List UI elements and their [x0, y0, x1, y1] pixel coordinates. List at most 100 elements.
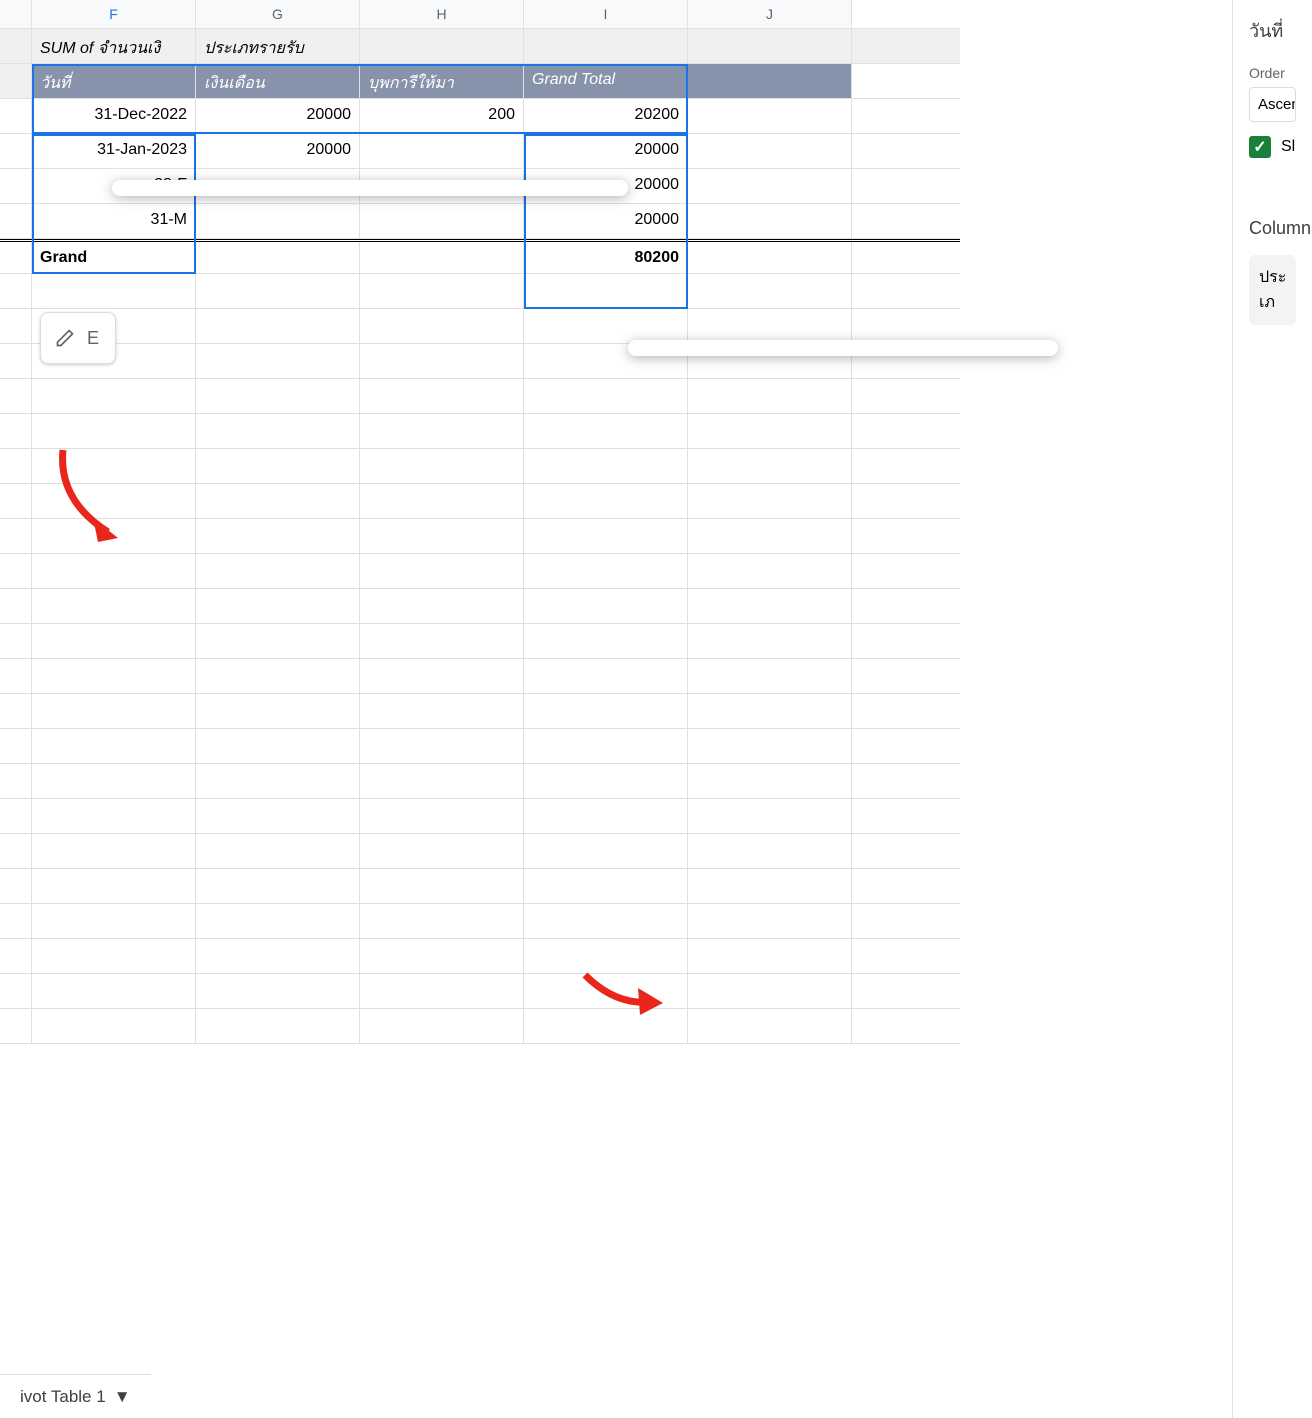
cell[interactable]: 31-Dec-2022 [32, 99, 196, 133]
cell[interactable] [360, 554, 524, 588]
cell[interactable] [196, 834, 360, 868]
cell[interactable] [32, 274, 196, 308]
cell[interactable] [360, 414, 524, 448]
cell[interactable] [0, 939, 32, 973]
col-header-i[interactable]: I [524, 0, 688, 28]
cell[interactable] [32, 589, 196, 623]
show-totals-check[interactable]: ✓ Sl [1249, 136, 1296, 158]
cell[interactable]: 20000 [196, 99, 360, 133]
cell[interactable] [196, 242, 360, 273]
cell[interactable] [0, 1009, 32, 1043]
cell[interactable] [0, 344, 32, 378]
cell[interactable] [688, 589, 852, 623]
cell[interactable] [360, 939, 524, 973]
cell[interactable] [688, 939, 852, 973]
cell[interactable]: 31-M [32, 204, 196, 238]
cell[interactable] [360, 1009, 524, 1043]
cell[interactable] [0, 904, 32, 938]
cell[interactable] [688, 99, 852, 133]
cell[interactable]: 20000 [524, 204, 688, 238]
cell[interactable] [524, 834, 688, 868]
cell[interactable]: เงินเดือน [196, 64, 360, 98]
cell[interactable] [196, 869, 360, 903]
cell[interactable] [196, 624, 360, 658]
cell[interactable] [688, 659, 852, 693]
cell[interactable]: ประเภทรายรับ [196, 29, 360, 63]
cell[interactable] [524, 309, 688, 343]
cell[interactable]: 200 [360, 99, 524, 133]
cell[interactable] [688, 519, 852, 553]
cell[interactable] [32, 939, 196, 973]
cell[interactable] [688, 624, 852, 658]
cell[interactable] [196, 729, 360, 763]
cell[interactable] [360, 799, 524, 833]
cell[interactable] [360, 589, 524, 623]
cell[interactable]: 80200 [524, 242, 688, 273]
cell[interactable] [32, 764, 196, 798]
cell[interactable] [0, 379, 32, 413]
cell[interactable] [524, 624, 688, 658]
cell[interactable] [32, 904, 196, 938]
cell[interactable] [196, 589, 360, 623]
cell[interactable] [0, 694, 32, 728]
cell[interactable] [360, 519, 524, 553]
cell[interactable]: 20000 [196, 134, 360, 168]
col-header-h[interactable]: H [360, 0, 524, 28]
cell[interactable] [196, 519, 360, 553]
cell[interactable] [360, 659, 524, 693]
cell[interactable] [0, 764, 32, 798]
cell[interactable] [360, 764, 524, 798]
cell[interactable] [688, 242, 852, 273]
cell[interactable] [360, 484, 524, 518]
cell[interactable] [524, 554, 688, 588]
cell[interactable] [688, 484, 852, 518]
cell[interactable] [524, 799, 688, 833]
cell[interactable] [32, 694, 196, 728]
cell[interactable] [360, 624, 524, 658]
cell[interactable] [32, 624, 196, 658]
cell[interactable] [688, 379, 852, 413]
cell[interactable] [196, 764, 360, 798]
edit-pivot-button[interactable]: E [40, 312, 116, 364]
cell[interactable] [196, 274, 360, 308]
cell[interactable] [0, 834, 32, 868]
cell[interactable] [32, 834, 196, 868]
cell[interactable]: 31-Jan-2023 [32, 134, 196, 168]
order-select[interactable]: Ascen [1249, 87, 1296, 122]
cell[interactable] [524, 589, 688, 623]
cell[interactable] [0, 869, 32, 903]
cell[interactable] [688, 904, 852, 938]
cell[interactable] [360, 904, 524, 938]
cell[interactable] [360, 869, 524, 903]
cell[interactable] [360, 134, 524, 168]
cell[interactable] [524, 869, 688, 903]
cell[interactable] [524, 729, 688, 763]
col-header-f[interactable]: F [32, 0, 196, 28]
cell[interactable] [32, 379, 196, 413]
cell[interactable] [196, 659, 360, 693]
cell[interactable]: บุพการีให้มา [360, 64, 524, 98]
cell[interactable] [688, 554, 852, 588]
cell[interactable] [196, 309, 360, 343]
cell[interactable] [688, 204, 852, 238]
cell[interactable] [688, 729, 852, 763]
cell[interactable] [196, 449, 360, 483]
cell[interactable] [360, 834, 524, 868]
cell[interactable] [360, 274, 524, 308]
sheet-tab[interactable]: ivot Table 1 ▼ [0, 1374, 151, 1418]
cell[interactable] [32, 554, 196, 588]
cell[interactable] [196, 554, 360, 588]
cell[interactable] [0, 624, 32, 658]
cell[interactable] [0, 659, 32, 693]
cell[interactable] [688, 414, 852, 448]
cell[interactable] [0, 449, 32, 483]
cell[interactable]: Grand [32, 242, 196, 273]
cell[interactable] [196, 484, 360, 518]
cell[interactable] [32, 869, 196, 903]
column-field-chip[interactable]: ประเภ [1249, 255, 1296, 325]
cell[interactable] [524, 274, 688, 308]
cell[interactable] [196, 799, 360, 833]
cell[interactable] [196, 694, 360, 728]
cell[interactable] [360, 974, 524, 1008]
cell[interactable] [524, 764, 688, 798]
